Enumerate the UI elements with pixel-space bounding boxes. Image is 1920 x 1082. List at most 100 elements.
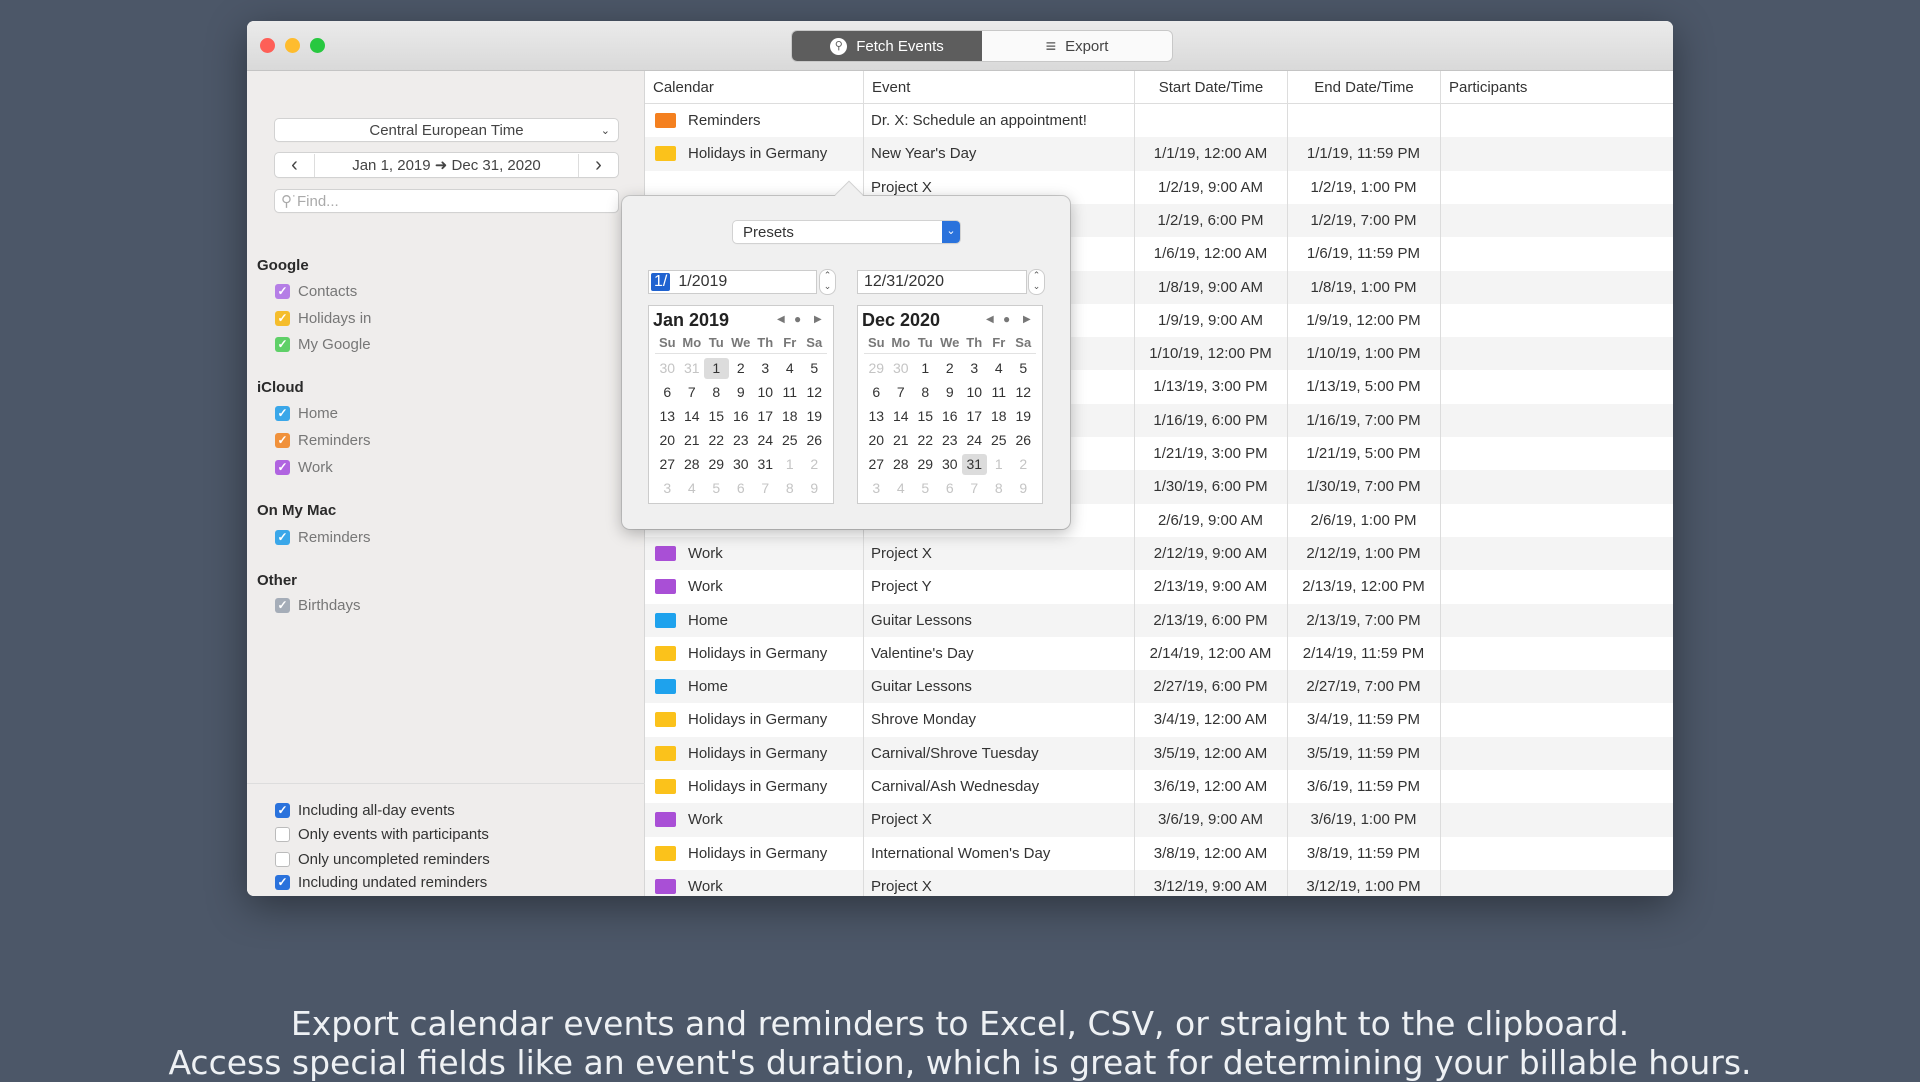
find-field[interactable]: ⚲˙ Find... [275, 190, 618, 212]
calendar-day[interactable]: 13 [655, 406, 680, 427]
column-header[interactable]: Participants [1440, 71, 1673, 104]
table-row[interactable]: Holidays in Germany Carnival/Shrove Tuesd… [645, 736, 1673, 770]
calendar-day[interactable]: 3 [864, 478, 889, 499]
calendar-day[interactable]: 7 [889, 382, 914, 403]
calendar-day[interactable]: 30 [889, 358, 914, 379]
option-checkbox[interactable]: ✓ Including undated reminders [275, 874, 487, 891]
calendar-day[interactable]: 4 [987, 358, 1012, 379]
calendar-day[interactable]: 12 [802, 382, 827, 403]
calendar-checkbox-item[interactable]: ✓ Work [275, 459, 333, 476]
calendar-day[interactable]: 28 [680, 454, 705, 475]
calendar-day[interactable]: 13 [864, 406, 889, 427]
calendar-day[interactable]: 25 [987, 430, 1012, 451]
calendar-checkbox-item[interactable]: ✓ Contacts [275, 283, 357, 300]
calendar-day[interactable]: 14 [680, 406, 705, 427]
calendar-day[interactable]: 18 [778, 406, 803, 427]
close-button[interactable] [260, 38, 275, 53]
calendar-day[interactable]: 20 [864, 430, 889, 451]
calendar-day[interactable]: 5 [1011, 358, 1036, 379]
export-button[interactable]: ≡ Export [982, 31, 1172, 61]
timezone-popup[interactable]: Central European Time ⌄ [275, 119, 618, 141]
calendar-day[interactable]: 15 [704, 406, 729, 427]
calendar-day[interactable]: 14 [889, 406, 914, 427]
calendar-day[interactable]: 6 [864, 382, 889, 403]
next-month-icon[interactable]: ▶ [1023, 314, 1031, 325]
calendar-day[interactable]: 15 [913, 406, 938, 427]
calendar-day[interactable]: 2 [729, 358, 754, 379]
calendar-day[interactable]: 27 [864, 454, 889, 475]
calendar-day[interactable]: 31 [753, 454, 778, 475]
checkbox-icon[interactable]: ✓ [275, 803, 290, 818]
calendar-day[interactable]: 7 [753, 478, 778, 499]
calendar-checkbox-item[interactable]: ✓ Holidays in [275, 310, 371, 327]
checkbox-icon[interactable]: ✓ [275, 433, 290, 448]
calendar-day[interactable]: 31 [680, 358, 705, 379]
calendar-day[interactable]: 10 [962, 382, 987, 403]
checkbox-icon[interactable]: ✓ [275, 875, 290, 890]
checkbox-icon[interactable]: ✓ [275, 311, 290, 326]
calendar-day[interactable]: 8 [704, 382, 729, 403]
calendar-day[interactable]: 29 [913, 454, 938, 475]
table-row[interactable]: Reminders Dr. X: Schedule an appointment! [645, 104, 1673, 137]
calendar-day[interactable]: 5 [704, 478, 729, 499]
next-range-button[interactable]: › [578, 153, 618, 177]
calendar-day[interactable]: 2 [802, 454, 827, 475]
calendar-day[interactable]: 10 [753, 382, 778, 403]
start-date-field[interactable]: 1/ 1/2019 [649, 271, 816, 293]
calendar-day[interactable]: 30 [655, 358, 680, 379]
calendar-day[interactable]: 3 [962, 358, 987, 379]
calendar-day[interactable]: 23 [729, 430, 754, 451]
table-row[interactable]: Holidays in Germany Valentine's Day 2/14/1… [645, 637, 1673, 670]
calendar-day[interactable]: 12 [1011, 382, 1036, 403]
calendar-day[interactable]: 27 [655, 454, 680, 475]
checkbox-icon[interactable]: ✓ [275, 460, 290, 475]
calendar-day[interactable]: 6 [729, 478, 754, 499]
calendar-day[interactable]: 3 [655, 478, 680, 499]
calendar-day[interactable]: 19 [1011, 406, 1036, 427]
next-month-icon[interactable]: ▶ [814, 314, 822, 325]
calendar-day[interactable]: 8 [778, 478, 803, 499]
table-row[interactable]: Work Project X 3/12/19, 9:00 AM 3/12/19, 1:… [645, 869, 1673, 896]
calendar-day[interactable]: 9 [1011, 478, 1036, 499]
calendar-day[interactable]: 9 [802, 478, 827, 499]
start-date-stepper[interactable]: ⌃ ⌄ [820, 270, 835, 294]
checkbox-icon[interactable]: ✓ [275, 406, 290, 421]
calendar-day[interactable]: 30 [729, 454, 754, 475]
date-range-display[interactable]: Jan 1, 2019 ➜ Dec 31, 2020 [315, 156, 578, 174]
table-row[interactable]: Holidays in Germany New Year's Day 1/1/19,… [645, 137, 1673, 171]
start-date-month-segment[interactable]: 1/ [651, 273, 671, 291]
calendar-checkbox-item[interactable]: ✓ Reminders [275, 529, 371, 546]
calendar-day[interactable]: 1 [987, 454, 1012, 475]
checkbox-icon[interactable]: ✓ [275, 598, 290, 613]
previous-month-icon[interactable]: ◀ [986, 314, 994, 325]
calendar-day[interactable]: 30 [938, 454, 963, 475]
calendar-day[interactable]: 18 [987, 406, 1012, 427]
table-row[interactable]: Work Project Y 2/13/19, 9:00 AM 2/13/19, 12… [645, 570, 1673, 603]
table-row[interactable]: Home Guitar Lessons 2/27/19, 6:00 PM 2/27/1… [645, 670, 1673, 704]
calendar-day[interactable]: 6 [655, 382, 680, 403]
option-checkbox[interactable]: ✓ Including all-day events [275, 802, 455, 819]
calendar-checkbox-item[interactable]: ✓ Birthdays [275, 597, 361, 614]
calendar-day[interactable]: 17 [753, 406, 778, 427]
calendar-checkbox-item[interactable]: ✓ Reminders [275, 432, 371, 449]
zoom-button[interactable] [310, 38, 325, 53]
column-header[interactable]: Event [863, 71, 1134, 104]
checkbox-icon[interactable] [275, 852, 290, 867]
calendar-day[interactable]: 4 [680, 478, 705, 499]
calendar-day[interactable]: 26 [802, 430, 827, 451]
calendar-day[interactable]: 26 [1011, 430, 1036, 451]
calendar-day[interactable]: 16 [938, 406, 963, 427]
calendar-day[interactable]: 1 [913, 358, 938, 379]
calendar-day[interactable]: 21 [889, 430, 914, 451]
calendar-day[interactable]: 5 [802, 358, 827, 379]
calendar-day[interactable]: 24 [753, 430, 778, 451]
calendar-day[interactable]: 22 [704, 430, 729, 451]
calendar-day[interactable]: 24 [962, 430, 987, 451]
calendar-day[interactable]: 2 [938, 358, 963, 379]
table-row[interactable]: Holidays in Germany International Women's… [645, 837, 1673, 870]
table-row[interactable]: Holidays in Germany Carnival/Ash Wednesda… [645, 770, 1673, 803]
checkbox-icon[interactable]: ✓ [275, 337, 290, 352]
calendar-day[interactable]: 11 [778, 382, 803, 403]
calendar-day[interactable]: 19 [802, 406, 827, 427]
calendar-day[interactable]: 22 [913, 430, 938, 451]
